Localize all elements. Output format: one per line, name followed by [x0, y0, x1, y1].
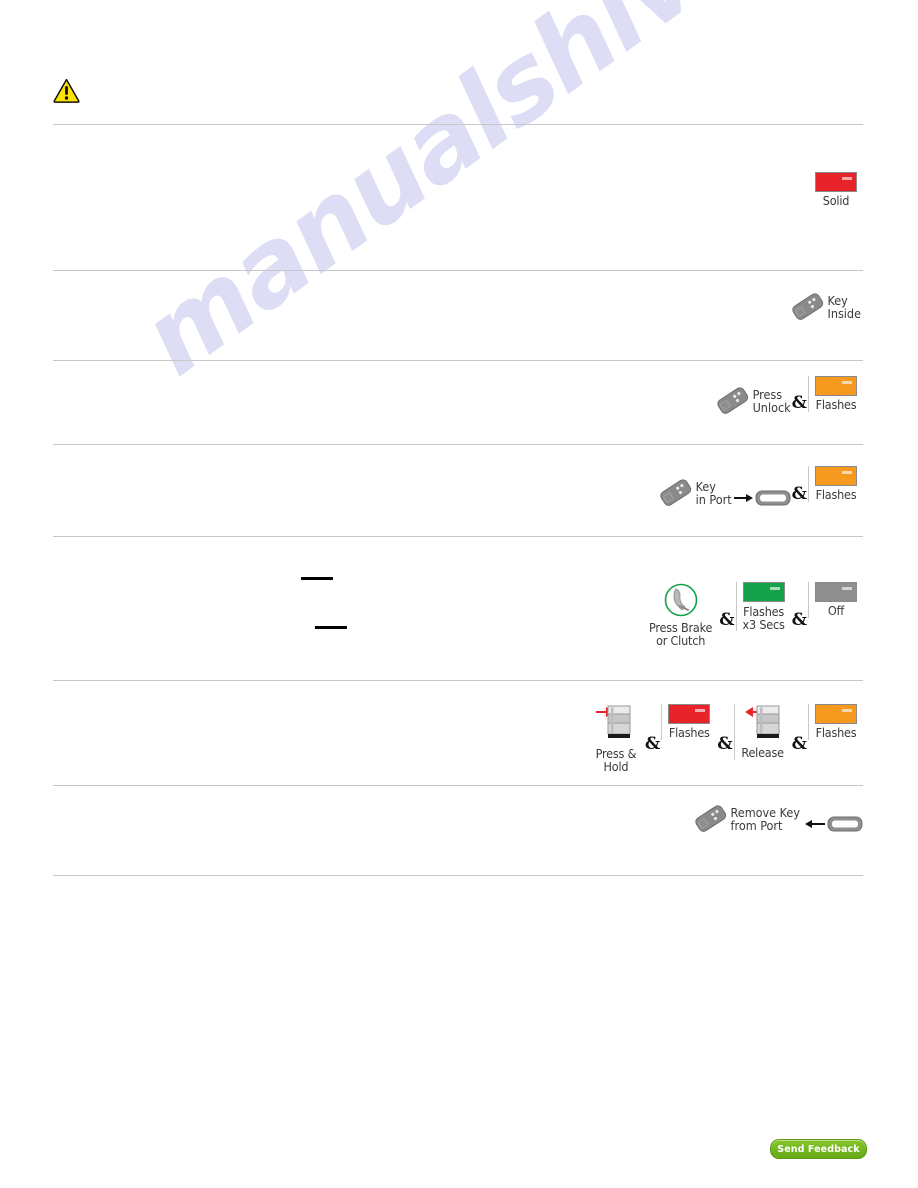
caption: Flashes x3 Secs	[742, 604, 785, 632]
warning-notice	[53, 78, 80, 103]
send-feedback-button[interactable]: Send Feedback	[770, 1139, 867, 1159]
group-led-off: Off	[808, 582, 863, 618]
ampersand: &	[791, 393, 807, 413]
rule-4	[53, 444, 863, 445]
row-remove-key: Remove Key from Port	[692, 800, 863, 838]
caption: Solid	[822, 193, 850, 208]
document-page: manualshive.com Solid Key Inside Press U…	[0, 0, 918, 1188]
group-led-flashes: Flashes	[808, 466, 863, 502]
group-press-unlock: Press Unlock	[714, 382, 791, 420]
rule-3	[53, 360, 863, 361]
port-icon	[827, 816, 863, 832]
key-fob-icon	[716, 387, 748, 414]
ampersand: &	[717, 733, 733, 754]
caption: Off	[827, 603, 845, 618]
group-led-red-flashes: Flashes	[661, 704, 716, 740]
rule-top	[53, 124, 863, 125]
caption: Press & Hold	[595, 746, 637, 774]
redaction-bar-2	[315, 626, 347, 629]
group-led-flashes: Flashes	[808, 376, 863, 412]
caption: Flashes	[668, 725, 710, 740]
caption: Press Brake or Clutch	[649, 620, 713, 648]
led-orange-icon	[815, 704, 857, 724]
row-press-brake: Press Brake or Clutch & Flashes x3 Secs …	[643, 582, 863, 647]
arrow-right-icon	[733, 494, 753, 502]
send-feedback-label: Send Feedback	[777, 1143, 860, 1155]
rule-2	[53, 270, 863, 271]
caption: Remove Key from Port	[730, 805, 800, 833]
redaction-bar-1	[301, 577, 333, 580]
group-press-hold: Press & Hold	[588, 704, 644, 773]
led-red-icon	[815, 172, 857, 192]
group-remove-key: Remove Key from Port	[692, 800, 863, 838]
rule-7	[53, 785, 863, 786]
ampersand: &	[644, 733, 661, 754]
row-press-unlock: Press Unlock & Flashes	[714, 376, 863, 420]
caption: Key in Port	[695, 479, 732, 507]
led-red-icon	[668, 704, 711, 724]
led-orange-icon	[815, 376, 857, 396]
group-key-in-port: Key in Port	[657, 474, 791, 512]
led-green-icon	[742, 582, 785, 602]
caption: Release	[741, 745, 784, 760]
ampersand: &	[791, 609, 807, 630]
group-led-solid: Solid	[809, 172, 863, 208]
caption: Key Inside	[827, 293, 862, 321]
group-release: Release	[733, 704, 791, 760]
led-orange-icon	[815, 466, 857, 486]
rule-6	[53, 680, 863, 681]
rule-5	[53, 536, 863, 537]
press-hold-button-icon	[595, 705, 631, 738]
caption: Flashes	[815, 487, 857, 502]
ampersand: &	[791, 733, 807, 754]
row-solid: Solid	[809, 172, 863, 208]
ampersand: &	[791, 484, 807, 504]
watermark-text: manualshive.com	[120, 0, 918, 399]
led-off-icon	[815, 582, 857, 602]
brake-pedal-icon	[664, 583, 697, 617]
group-led-orange-flashes: Flashes	[808, 704, 863, 740]
group-led-green-flashes: Flashes x3 Secs	[735, 582, 791, 632]
row-press-hold: Press & Hold & Flashes & Release & Flash…	[588, 704, 863, 773]
ampersand: &	[719, 609, 735, 630]
group-key-inside: Key Inside	[789, 288, 862, 326]
arrow-left-icon	[805, 820, 825, 828]
row-key-in-port: Key in Port & Flashes	[657, 466, 863, 512]
group-press-brake: Press Brake or Clutch	[643, 582, 718, 647]
caption: Press Unlock	[752, 387, 791, 415]
warning-triangle-icon	[53, 78, 80, 103]
port-icon	[755, 490, 791, 506]
rule-8	[53, 875, 863, 876]
caption: Flashes	[815, 397, 857, 412]
caption: Flashes	[815, 725, 857, 740]
key-fob-icon	[694, 805, 726, 832]
key-fob-icon	[659, 479, 691, 506]
key-fob-icon	[791, 293, 823, 320]
row-key-inside: Key Inside	[789, 288, 862, 326]
release-button-icon	[744, 705, 780, 738]
